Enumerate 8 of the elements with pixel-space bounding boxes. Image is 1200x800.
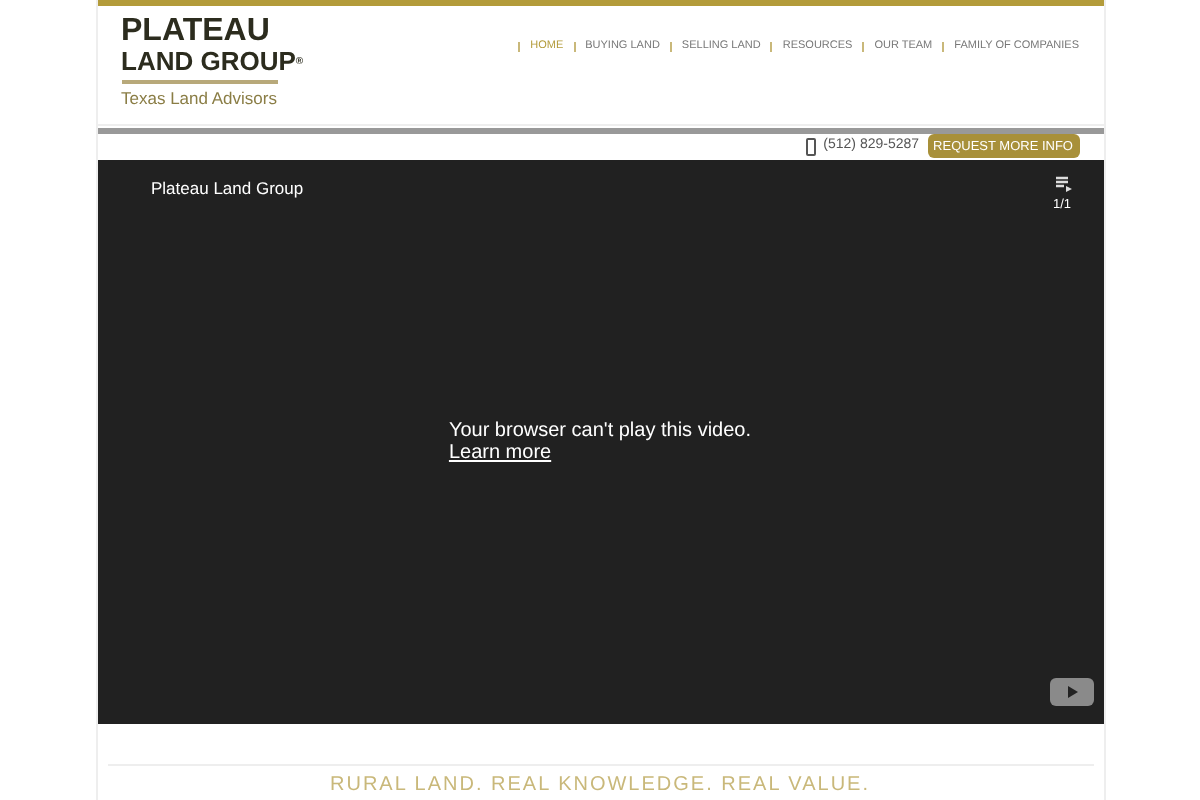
error-message: Your browser can't play this video. — [448, 420, 752, 443]
playlist-icon[interactable] — [1055, 176, 1071, 193]
learn-more-link[interactable]: Learn more — [448, 442, 552, 465]
video-title: Plateau Land Group — [151, 176, 304, 203]
phone-icon — [805, 137, 816, 156]
logo[interactable]: PLATEAU LAND GROUP$^{®}$ Texas Land Advisors — [121, 15, 304, 110]
slogan: RURAL LAND. REAL KNOWLEDGE. REAL VALUE. — [330, 772, 870, 800]
play-button-icon[interactable] — [1049, 678, 1093, 707]
